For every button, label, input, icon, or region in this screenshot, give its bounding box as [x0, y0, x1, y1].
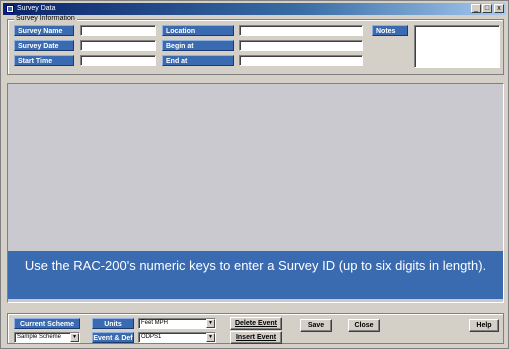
- notes-label: Notes: [372, 25, 408, 36]
- scheme-select[interactable]: Sample Scheme ▼: [14, 332, 80, 343]
- survey-information-group: Survey Information Survey Name Survey Da…: [7, 15, 504, 75]
- units-label: Units: [92, 318, 134, 329]
- survey-name-field[interactable]: [80, 25, 156, 36]
- event-def-value: ODPS1: [141, 334, 162, 340]
- current-scheme-label: Current Scheme: [14, 318, 80, 329]
- insert-event-button[interactable]: Insert Event: [230, 331, 282, 344]
- units-select[interactable]: Feet MPH ▼: [138, 318, 216, 329]
- title-bar: Survey Data _ □ x: [3, 3, 506, 15]
- event-def-select[interactable]: ODPS1 ▼: [138, 332, 216, 343]
- bottom-controls-panel: Current Scheme Sample Scheme ▼ Units Eve…: [7, 313, 504, 344]
- begin-at-field[interactable]: [239, 40, 363, 51]
- survey-data-window: Survey Data _ □ x Survey Information Sur…: [0, 0, 509, 349]
- end-at-label: End at: [162, 55, 234, 66]
- event-def-label: Event & Def: [92, 332, 134, 343]
- maximize-button[interactable]: □: [482, 4, 492, 13]
- close-window-button[interactable]: x: [494, 4, 504, 13]
- close-button[interactable]: Close: [348, 319, 380, 332]
- delete-event-button[interactable]: Delete Event: [230, 317, 282, 330]
- units-value: Feet MPH: [141, 320, 169, 326]
- units-dropdown-icon[interactable]: ▼: [206, 319, 215, 328]
- end-at-field[interactable]: [239, 55, 363, 66]
- survey-date-field[interactable]: [80, 40, 156, 51]
- help-button[interactable]: Help: [469, 319, 499, 332]
- minimize-button[interactable]: _: [471, 4, 481, 13]
- scheme-dropdown-icon[interactable]: ▼: [70, 333, 79, 342]
- start-time-label: Start Time: [14, 55, 74, 66]
- start-time-field[interactable]: [80, 55, 156, 66]
- app-icon: [6, 5, 14, 13]
- notes-field[interactable]: [414, 25, 500, 68]
- scheme-value: Sample Scheme: [17, 334, 62, 340]
- save-button[interactable]: Save: [300, 319, 332, 332]
- location-label: Location: [162, 25, 234, 36]
- instruction-message: Use the RAC-200's numeric keys to enter …: [8, 251, 503, 299]
- survey-information-title: Survey Information: [14, 15, 77, 23]
- delete-event-label: Delete Event: [234, 320, 278, 327]
- insert-event-label: Insert Event: [235, 334, 277, 341]
- event-def-dropdown-icon[interactable]: ▼: [206, 333, 215, 342]
- location-field[interactable]: [239, 25, 363, 36]
- survey-date-label: Survey Date: [14, 40, 74, 51]
- begin-at-label: Begin at: [162, 40, 234, 51]
- window-title: Survey Data: [17, 5, 56, 12]
- survey-name-label: Survey Name: [14, 25, 74, 36]
